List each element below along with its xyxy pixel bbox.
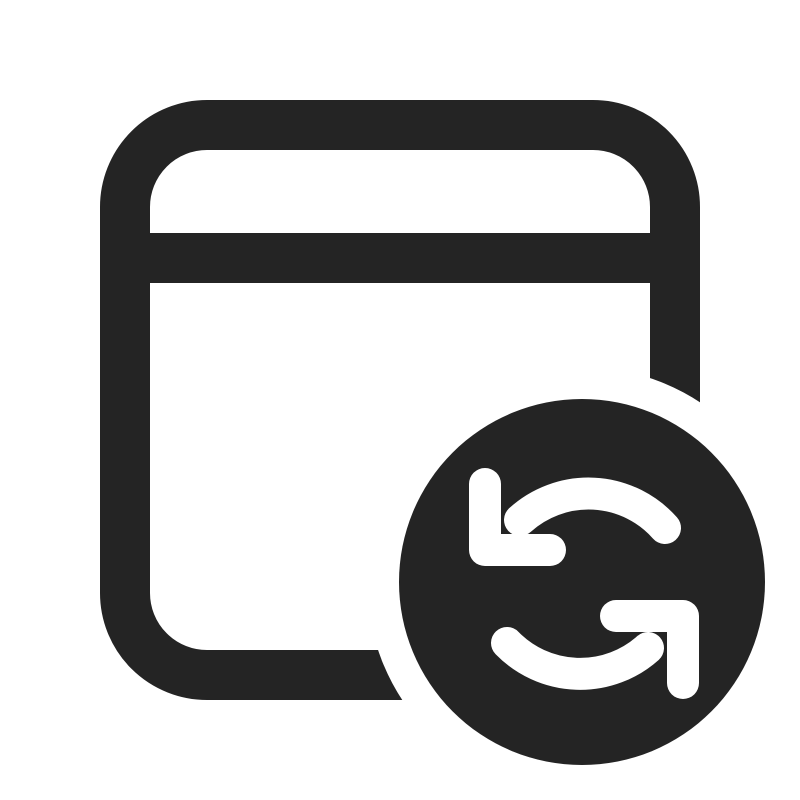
icon-canvas	[0, 0, 800, 800]
calendar-sync-icon	[100, 100, 765, 765]
calendar-header-bar	[125, 233, 675, 283]
sync-badge	[399, 399, 765, 765]
sync-badge-circle	[399, 399, 765, 765]
